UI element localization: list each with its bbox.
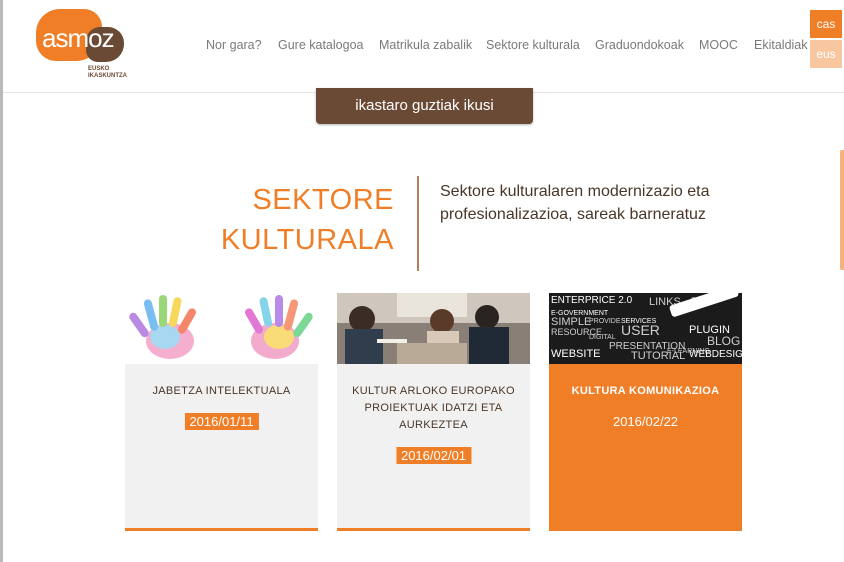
- chalkboard-word: ENTERPRICE 2.0: [551, 295, 633, 306]
- nav-item-nor-gara[interactable]: Nor gara?: [206, 38, 262, 52]
- chalkboard-words-image: ENTERPRICE 2.0LINKSSEARCHE-GOVERNMENTSIM…: [549, 293, 742, 364]
- course-date: 2016/02/01: [395, 447, 472, 464]
- chalkboard-word: USER: [621, 322, 660, 338]
- course-title: KULTURA KOMUNIKAZIOA: [571, 385, 720, 397]
- all-courses-button[interactable]: ikastaro guztiak ikusi: [316, 88, 533, 124]
- section-description: Sektore kulturalaren modernizazio eta pr…: [440, 183, 710, 223]
- nav-item-ekitaldiak[interactable]: Ekitaldiak: [754, 38, 808, 52]
- site-header: asmoz EUSKO IKASKUNTZA Nor gara? Gure ka…: [3, 0, 844, 93]
- nav-item-mooc[interactable]: MOOC: [699, 38, 738, 52]
- lang-eus-button[interactable]: eus: [810, 40, 842, 68]
- section-title: SEKTORE KULTURALA: [220, 184, 394, 256]
- course-date: 2016/02/22: [612, 414, 679, 429]
- course-card-europako-proiektuak[interactable]: KULTUR ARLOKO EUROPAKO PROIEKTUAK IDATZI…: [337, 293, 530, 531]
- nav-item-gure-katalogoa[interactable]: Gure katalogoa: [278, 38, 363, 52]
- main-nav: Nor gara? Gure katalogoa Matrikula zabal…: [3, 38, 844, 54]
- nav-item-graduondokoak[interactable]: Graduondokoak: [595, 38, 684, 52]
- nav-item-matrikula-zabalik[interactable]: Matrikula zabalik: [379, 38, 472, 52]
- chalkboard-word: WEBDESIGN: [689, 349, 742, 360]
- chalkboard-word: DIGITAL: [589, 334, 616, 341]
- course-card-kultura-komunikazioa[interactable]: ENTERPRICE 2.0LINKSSEARCHE-GOVERNMENTSIM…: [549, 293, 742, 531]
- side-scroll-tab[interactable]: [840, 150, 844, 270]
- chalkboard-word: PROVIDE: [589, 318, 621, 325]
- team-meeting-image: [337, 293, 530, 364]
- painted-hands-image: [125, 293, 318, 364]
- course-card-jabetza[interactable]: JABETZA INTELEKTUALA 2016/01/11: [125, 293, 318, 531]
- course-date: 2016/01/11: [184, 413, 259, 430]
- course-title: JABETZA INTELEKTUALA: [152, 385, 291, 397]
- logo-subtitle: EUSKO IKASKUNTZA: [88, 66, 127, 79]
- lang-cas-button[interactable]: cas: [810, 10, 842, 38]
- course-title: KULTUR ARLOKO EUROPAKO PROIEKTUAK IDATZI…: [352, 385, 515, 431]
- chalkboard-word: WEBSITE: [551, 348, 601, 360]
- chalkboard-word: BLOG: [707, 334, 740, 348]
- section-divider: [417, 176, 419, 271]
- nav-item-sektore-kulturala[interactable]: Sektore kulturala: [486, 38, 580, 52]
